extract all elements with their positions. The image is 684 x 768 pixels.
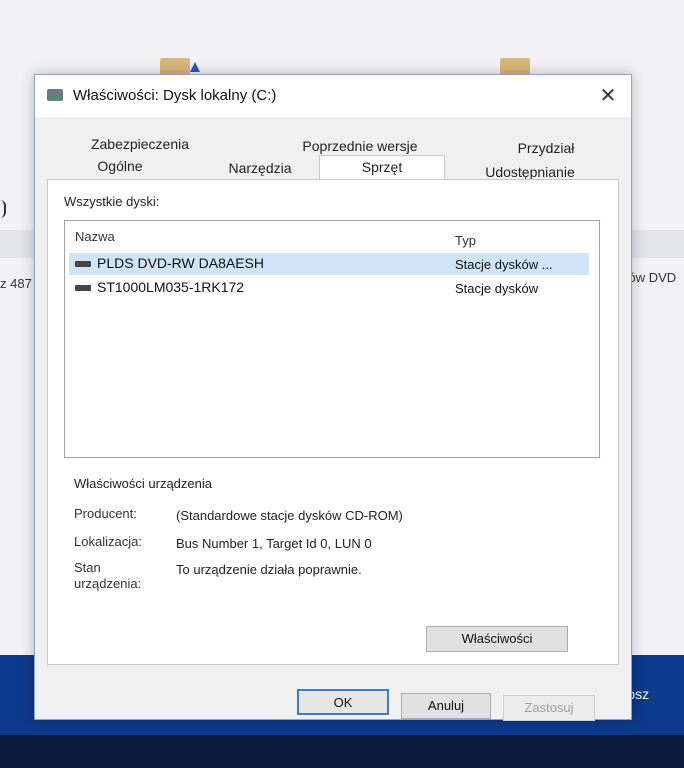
cancel-button[interactable]: Anuluj bbox=[401, 693, 491, 719]
tab-security[interactable]: Zabezpieczenia bbox=[65, 133, 215, 155]
device-properties-group: Właściwości urządzenia Producent: (Stand… bbox=[64, 476, 598, 616]
status-value: To urządzenie działa poprawnie. bbox=[176, 562, 362, 577]
drive-icon bbox=[47, 89, 63, 101]
manufacturer-value: (Standardowe stacje dysków CD-ROM) bbox=[176, 508, 403, 523]
arrow-icon bbox=[190, 62, 200, 72]
list-item[interactable]: ST1000LM035-1RK172 Stacje dysków bbox=[69, 277, 589, 299]
status-label-line1: Stan bbox=[74, 560, 101, 575]
device-name: PLDS DVD-RW DA8AESH bbox=[97, 255, 265, 271]
dialog-title: Właściwości: Dysk lokalny (C:) bbox=[73, 87, 277, 104]
column-header-type[interactable]: Typ bbox=[455, 233, 476, 248]
ok-button[interactable]: OK bbox=[297, 689, 389, 715]
close-button[interactable]: ✕ bbox=[595, 85, 621, 109]
location-label: Lokalizacja: bbox=[74, 534, 142, 549]
taskbar-bottom bbox=[0, 735, 684, 768]
title-bar[interactable]: Właściwości: Dysk lokalny (C:) ✕ bbox=[35, 75, 631, 117]
tab-quota[interactable]: Przydział bbox=[491, 137, 601, 159]
device-properties-button[interactable]: Właściwości bbox=[426, 626, 568, 652]
device-type: Stacje dysków bbox=[455, 281, 539, 296]
tab-hardware[interactable]: Sprzęt bbox=[319, 155, 445, 180]
all-disks-label: Wszystkie dyski: bbox=[64, 194, 160, 209]
tab-tools[interactable]: Narzędzia bbox=[200, 157, 320, 179]
hard-disk-icon bbox=[75, 285, 91, 291]
close-icon: ✕ bbox=[599, 85, 617, 107]
tab-previous-versions[interactable]: Poprzednie wersje bbox=[280, 135, 440, 157]
column-header-name[interactable]: Nazwa bbox=[75, 229, 115, 244]
hardware-panel: Wszystkie dyski: Nazwa Typ PLDS DVD-RW D… bbox=[47, 179, 619, 665]
device-properties-heading: Właściwości urządzenia bbox=[74, 476, 212, 491]
tab-general[interactable]: Ogólne bbox=[65, 155, 175, 177]
properties-dialog: Właściwości: Dysk lokalny (C:) ✕ Zabezpi… bbox=[34, 74, 632, 721]
explorer-left-text: z 487 bbox=[0, 276, 32, 291]
disks-list[interactable]: Nazwa Typ PLDS DVD-RW DA8AESH Stacje dys… bbox=[64, 220, 600, 458]
device-name: ST1000LM035-1RK172 bbox=[97, 279, 245, 295]
location-value: Bus Number 1, Target Id 0, LUN 0 bbox=[176, 536, 372, 551]
apply-button[interactable]: Zastosuj bbox=[503, 695, 595, 721]
status-label-line2: urządzenia: bbox=[74, 576, 142, 591]
device-type: Stacje dysków ... bbox=[455, 257, 553, 272]
manufacturer-label: Producent: bbox=[74, 506, 137, 521]
dvd-drive-icon bbox=[75, 261, 91, 267]
back-chevron-icon bbox=[0, 200, 6, 218]
list-item[interactable]: PLDS DVD-RW DA8AESH Stacje dysków ... bbox=[69, 253, 589, 275]
